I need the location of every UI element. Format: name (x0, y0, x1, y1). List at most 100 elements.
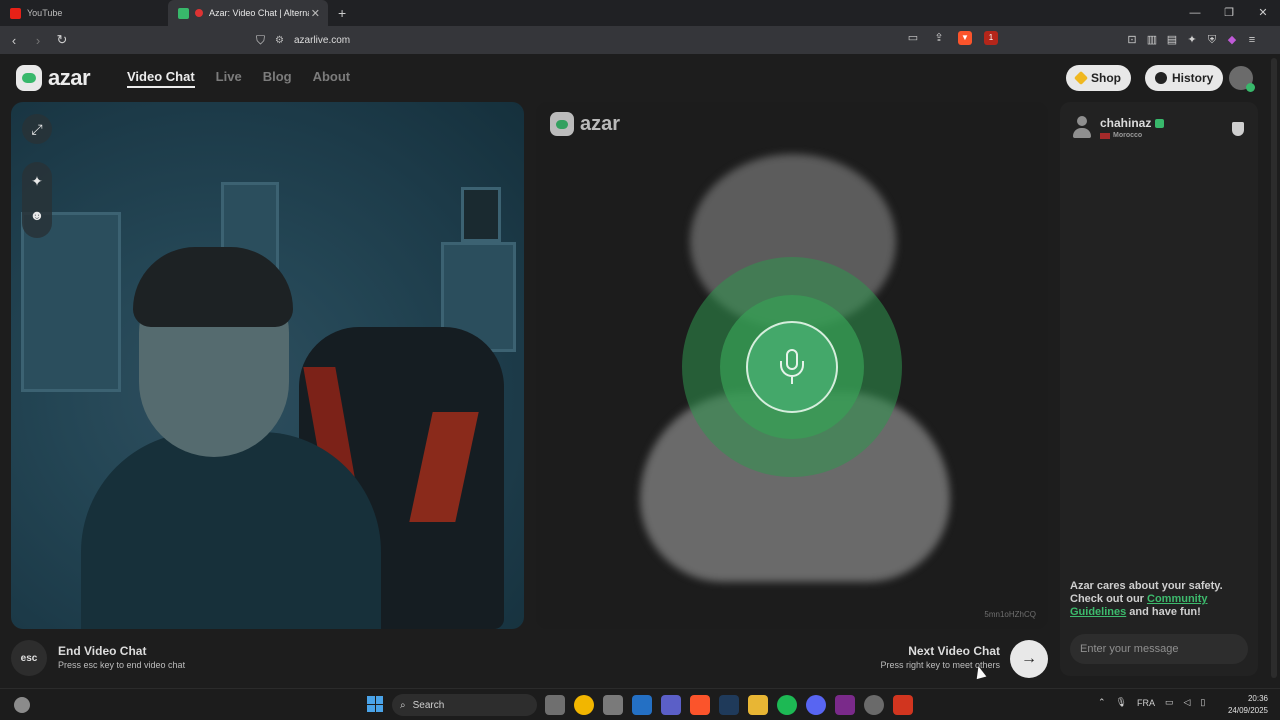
browser-tab-strip: YouTube Azar: Video Chat | Alternative ✕… (0, 0, 1280, 26)
leo-icon[interactable]: ✦ (1185, 33, 1199, 47)
peer-country-row: Morocco (1100, 132, 1164, 139)
microphone-icon (779, 349, 805, 385)
remote-video: azar 5mn1oHZhCQ (536, 102, 1048, 629)
clock-date: 24/09/2025 (1227, 706, 1268, 715)
azar-logo[interactable]: azar (16, 65, 91, 91)
outlook-icon[interactable] (632, 695, 652, 715)
site-info-icon[interactable]: ⚙ (275, 35, 284, 46)
nav-blog[interactable]: Blog (263, 69, 292, 88)
next-chat-title: Next Video Chat (908, 644, 1000, 658)
azar-logo-icon (16, 65, 42, 91)
page-scrollbar[interactable] (1271, 58, 1277, 678)
brave-shields-icon[interactable]: ▼ (958, 31, 972, 45)
message-input[interactable] (1070, 634, 1248, 664)
teams-icon[interactable] (661, 695, 681, 715)
main-nav: Video Chat Live Blog About (127, 69, 350, 88)
steam-icon[interactable] (719, 695, 739, 715)
microphone-tray-icon[interactable]: 🎙 (1116, 697, 1127, 708)
store-icon[interactable] (603, 695, 623, 715)
language-indicator[interactable]: FRA (1137, 698, 1155, 708)
back-icon[interactable]: ‹ (4, 33, 24, 48)
flag-icon (1100, 132, 1110, 139)
restore-icon[interactable]: ❐ (1212, 0, 1246, 26)
taskbar-search-label: Search (412, 699, 445, 711)
end-chat-button[interactable]: esc (11, 640, 47, 676)
chrome-icon[interactable] (574, 695, 594, 715)
end-chat-title: End Video Chat (58, 644, 147, 658)
arrow-right-icon: → (1021, 650, 1037, 667)
magic-effects-icon[interactable]: ✦ (22, 162, 52, 196)
forward-icon[interactable]: › (28, 33, 48, 48)
app-header: azar Video Chat Live Blog About Shop His… (0, 54, 1280, 102)
start-button[interactable] (367, 696, 383, 712)
wall-frame (461, 187, 501, 242)
cast-icon[interactable]: ▭ (906, 31, 920, 45)
clock[interactable]: 20:36 24/09/2025 (1226, 693, 1268, 717)
brave-icon[interactable] (690, 695, 710, 715)
nav-video-chat[interactable]: Video Chat (127, 69, 195, 88)
brave-rewards-icon[interactable]: 1 (984, 31, 998, 45)
youtube-icon (10, 7, 21, 19)
next-app-icon[interactable] (835, 695, 855, 715)
sidebar-icon[interactable]: ▥ (1145, 33, 1159, 47)
extension-icon[interactable]: ◆ (1225, 33, 1239, 47)
volume-icon[interactable]: ◁ (1184, 697, 1191, 708)
clock-icon (1155, 72, 1167, 84)
peer-name-row: chahinaz (1100, 116, 1165, 130)
browser-toolbar: ‹ › ↻ ⛉ ⚙ azarlive.com ▭ ⇪ ▼ 1 ⊡ ▥ ▤ ✦ ⛨… (0, 26, 1280, 54)
address-bar[interactable]: ⛉ ⚙ azarlive.com (256, 29, 1001, 51)
expand-icon: ⤢ (31, 120, 43, 137)
file-explorer-icon[interactable] (748, 695, 768, 715)
chevron-up-icon[interactable]: ⌃ (1098, 697, 1106, 708)
vpn-icon[interactable]: ⛨ (1205, 33, 1219, 47)
tab-azar[interactable]: Azar: Video Chat | Alternative ✕ (168, 0, 328, 26)
shop-button[interactable]: Shop (1066, 65, 1131, 91)
spotify-icon[interactable] (777, 695, 797, 715)
azar-logo-icon (550, 112, 574, 136)
safety-line: and have fun! (1126, 606, 1201, 618)
peer-country: Morocco (1113, 132, 1143, 139)
microphone-indicator (746, 321, 838, 413)
taskbar-search[interactable]: ⌕ Search (392, 694, 537, 716)
safety-notice: Azar cares about your safety. Check out … (1070, 580, 1250, 619)
tab-youtube[interactable]: YouTube (0, 0, 160, 26)
discord-icon[interactable] (806, 695, 826, 715)
safety-line: Check out our (1070, 593, 1148, 605)
azar-favicon-icon (178, 7, 189, 19)
next-chat-button[interactable]: → (1010, 640, 1048, 678)
gem-icon (1073, 70, 1089, 86)
shop-label: Shop (1091, 71, 1121, 85)
nav-live[interactable]: Live (216, 69, 242, 88)
taskbar-apps (545, 695, 913, 715)
chat-panel: chahinaz Morocco Azar cares about your s… (1060, 102, 1258, 676)
battery-icon[interactable]: ▯ (1200, 697, 1205, 708)
share-icon[interactable]: ⇪ (932, 31, 946, 45)
bookmark-icon[interactable]: ⛉ (256, 33, 265, 48)
recording-icon (195, 9, 203, 17)
brave-nightly-icon[interactable] (893, 695, 913, 715)
address-bar-actions: ▭ ⇪ ▼ 1 (906, 31, 998, 45)
window-controls: — ❐ ✕ (1178, 0, 1280, 26)
report-shield-icon[interactable] (1232, 122, 1244, 136)
close-tab-icon[interactable]: ✕ (311, 7, 320, 20)
network-icon[interactable]: ▭ (1165, 697, 1174, 708)
nav-about[interactable]: About (313, 69, 351, 88)
tab-search-icon[interactable]: ⊡ (1125, 33, 1139, 47)
new-tab-button[interactable]: + (328, 5, 356, 21)
task-view-icon[interactable] (545, 695, 565, 715)
sticker-icon[interactable]: ☻ (22, 196, 52, 230)
widgets-icon[interactable] (14, 697, 30, 713)
safety-line: Azar cares about your safety. (1070, 580, 1223, 592)
history-button[interactable]: History (1145, 65, 1224, 91)
minimize-icon[interactable]: — (1178, 0, 1212, 26)
wallet-icon[interactable]: ▤ (1165, 33, 1179, 47)
profile-avatar[interactable] (1229, 66, 1255, 92)
app-icon[interactable] (864, 695, 884, 715)
reload-icon[interactable]: ↻ (52, 32, 72, 48)
close-window-icon[interactable]: ✕ (1246, 0, 1280, 26)
expand-video-button[interactable]: ⤢ (22, 114, 52, 144)
online-status-icon (1246, 83, 1255, 92)
clock-time: 20:36 (1247, 694, 1268, 703)
menu-icon[interactable]: ≡ (1245, 33, 1259, 47)
url-text: azarlive.com (293, 34, 351, 46)
